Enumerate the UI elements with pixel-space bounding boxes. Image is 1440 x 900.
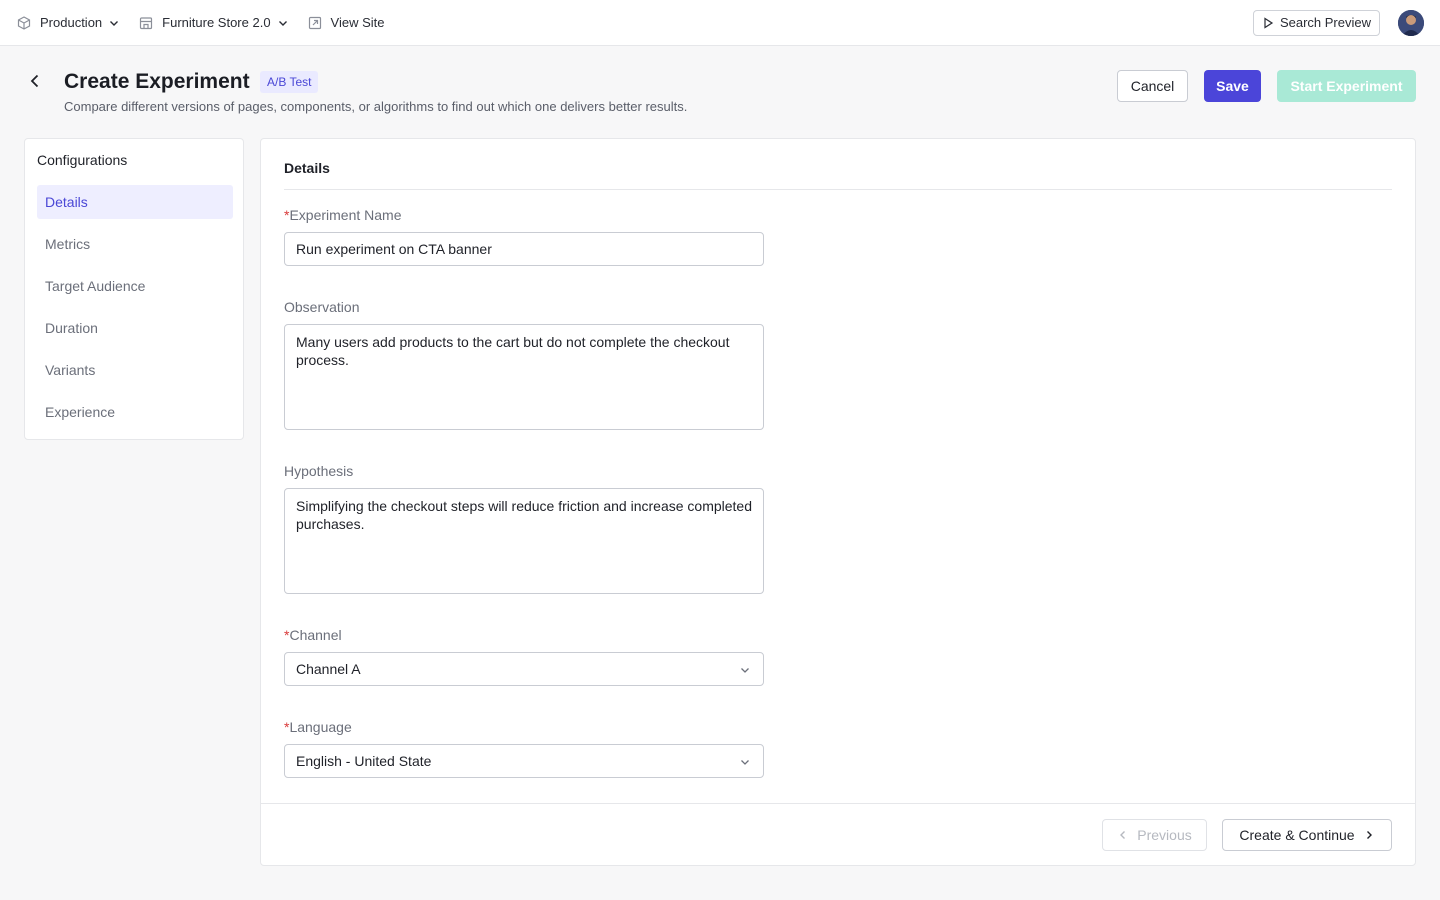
cube-icon bbox=[16, 15, 32, 31]
search-preview-label: Search Preview bbox=[1279, 15, 1371, 30]
chevron-down-icon bbox=[739, 664, 751, 676]
site-switcher[interactable]: Furniture Store 2.0 bbox=[138, 0, 288, 46]
language-value: English - United State bbox=[296, 753, 432, 769]
chevron-down-icon bbox=[277, 17, 289, 29]
experiment-name-input[interactable]: Run experiment on CTA banner bbox=[284, 232, 764, 266]
sidebar-item-variants[interactable]: Variants bbox=[37, 353, 233, 387]
environment-label: Production bbox=[40, 15, 103, 30]
arrow-left-icon bbox=[30, 74, 39, 88]
section-title: Details bbox=[284, 160, 330, 176]
channel-label: *Channel bbox=[284, 627, 342, 643]
environment-switcher[interactable]: Production bbox=[16, 0, 120, 46]
sidebar-title: Configurations bbox=[37, 152, 128, 168]
page-title: Create Experiment bbox=[64, 70, 250, 93]
cancel-button[interactable]: Cancel bbox=[1117, 70, 1188, 102]
back-button[interactable] bbox=[24, 70, 46, 92]
section-divider bbox=[284, 189, 1392, 190]
chevron-down-icon bbox=[108, 17, 120, 29]
language-select[interactable]: English - United State bbox=[284, 744, 764, 778]
site-label: Furniture Store 2.0 bbox=[162, 15, 271, 30]
start-experiment-button[interactable]: Start Experiment bbox=[1277, 70, 1416, 102]
view-site-label: View Site bbox=[330, 15, 385, 30]
external-link-icon bbox=[307, 15, 323, 31]
sidebar-item-metrics[interactable]: Metrics bbox=[37, 227, 233, 261]
language-label-text: Language bbox=[289, 719, 352, 735]
channel-label-text: Channel bbox=[289, 627, 342, 643]
previous-label: Previous bbox=[1137, 827, 1192, 843]
play-icon bbox=[1262, 16, 1276, 30]
avatar[interactable] bbox=[1398, 9, 1424, 36]
sidebar-item-duration[interactable]: Duration bbox=[37, 311, 233, 345]
experiment-name-label-text: Experiment Name bbox=[289, 207, 402, 223]
hypothesis-textarea[interactable]: Simplifying the checkout steps will redu… bbox=[284, 488, 764, 594]
language-label: *Language bbox=[284, 719, 352, 735]
search-preview-button[interactable]: Search Preview bbox=[1252, 9, 1380, 36]
sidebar-item-experience[interactable]: Experience bbox=[37, 395, 233, 429]
observation-textarea[interactable]: Many users add products to the cart but … bbox=[284, 324, 764, 430]
experiment-name-label: *Experiment Name bbox=[284, 207, 402, 223]
channel-select[interactable]: Channel A bbox=[284, 652, 764, 686]
sidebar-item-target-audience[interactable]: Target Audience bbox=[37, 269, 233, 303]
page-subtitle: Compare different versions of pages, com… bbox=[64, 99, 688, 114]
configurations-sidebar: Configurations Details Metrics Target Au… bbox=[24, 138, 244, 440]
observation-label: Observation bbox=[284, 299, 360, 315]
page-header: Create Experiment A/B Test Compare diffe… bbox=[0, 46, 1440, 138]
footer-divider bbox=[261, 803, 1415, 804]
create-continue-label: Create & Continue bbox=[1239, 827, 1355, 843]
save-button[interactable]: Save bbox=[1204, 70, 1261, 102]
chevron-left-icon bbox=[1117, 829, 1129, 841]
channel-value: Channel A bbox=[296, 661, 361, 677]
sidebar-item-details[interactable]: Details bbox=[37, 185, 233, 219]
experiment-type-badge: A/B Test bbox=[260, 71, 319, 93]
details-panel: Details *Experiment Name Run experiment … bbox=[260, 138, 1416, 866]
chevron-down-icon bbox=[739, 756, 751, 768]
hypothesis-label: Hypothesis bbox=[284, 463, 354, 479]
top-bar: Production Furniture Store 2.0 View Site… bbox=[0, 0, 1440, 46]
view-site-link[interactable]: View Site bbox=[307, 0, 385, 46]
store-icon bbox=[138, 15, 154, 31]
create-continue-button[interactable]: Create & Continue bbox=[1222, 819, 1392, 851]
chevron-right-icon bbox=[1363, 829, 1375, 841]
sidebar-nav: Details Metrics Target Audience Duration… bbox=[37, 185, 233, 437]
previous-button[interactable]: Previous bbox=[1102, 819, 1207, 851]
